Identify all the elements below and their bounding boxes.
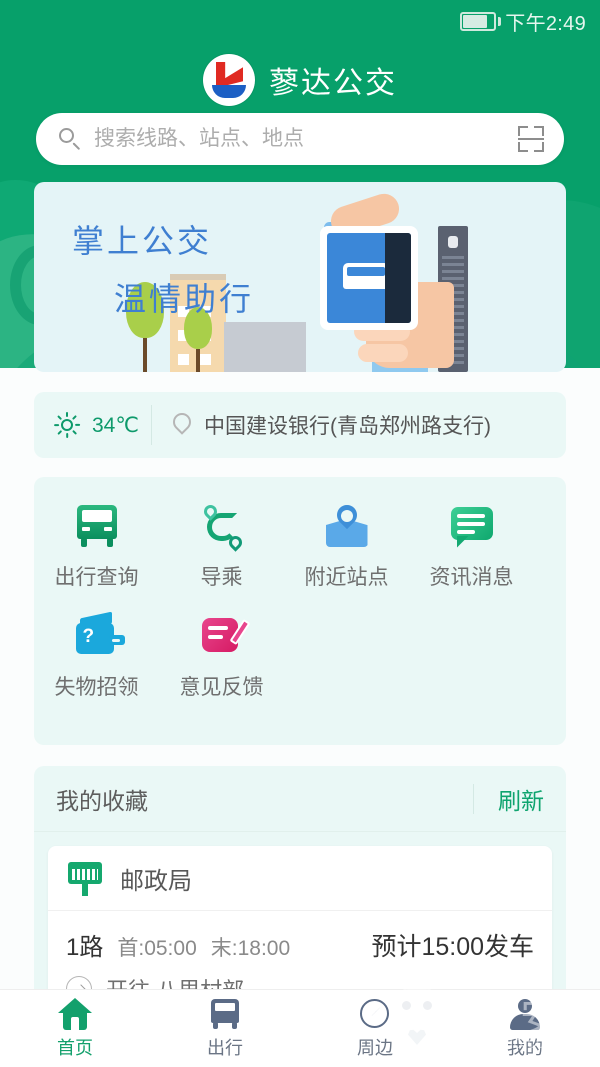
banner-title-line2: 温情助行 xyxy=(114,281,255,317)
promo-banner[interactable]: 掌上公交 温情助行 xyxy=(34,182,566,372)
search-icon xyxy=(58,127,82,151)
chat-message-icon xyxy=(448,505,496,549)
nav-label: 首页 xyxy=(57,1037,93,1058)
menu-label: 导乘 xyxy=(200,566,243,589)
user-icon xyxy=(508,998,542,1030)
scan-qr-icon[interactable] xyxy=(518,126,544,152)
favorite-station-name: 邮政局 xyxy=(120,867,192,895)
feedback-edit-icon xyxy=(198,615,250,659)
weather-temperature: 34℃ xyxy=(92,413,139,437)
wallet-question-icon: ? xyxy=(73,611,125,659)
banner-building-grey xyxy=(224,322,306,372)
menu-label: 出行查询 xyxy=(54,566,139,589)
favorite-station-header: 邮政局 xyxy=(48,846,552,911)
favorite-route-row: 1路 首:05:00 末:18:00 预计15:00发车 xyxy=(48,911,552,969)
app-root: 下午2:49 蓼达公交 搜索线路、站点、地点 掌上公交 温情助行 34℃ 中国建… xyxy=(0,0,600,1067)
menu-label: 失物招领 xyxy=(54,676,139,699)
location-section[interactable]: 中国建设银行(青岛郑州路支行) xyxy=(152,409,566,440)
first-bus-time: 首:05:00 xyxy=(117,937,197,960)
search-input[interactable] xyxy=(82,127,518,151)
favorites-refresh-wrap: 刷新 xyxy=(473,782,566,816)
nav-item-travel[interactable]: 出行 xyxy=(150,990,300,1067)
favorite-station-card[interactable]: 邮政局 1路 首:05:00 末:18:00 预计15:00发车 开往 八里村部 xyxy=(48,846,552,1006)
status-bar: 下午2:49 xyxy=(0,0,600,42)
search-bar[interactable] xyxy=(36,113,564,165)
estimated-departure: 预计15:00发车 xyxy=(371,933,534,961)
menu-item-feedback[interactable]: 意见反馈 xyxy=(159,603,284,713)
menu-label: 附近站点 xyxy=(304,566,389,589)
nav-item-home[interactable]: 首页 xyxy=(0,990,150,1067)
nav-label: 周边 xyxy=(357,1037,393,1058)
app-title: 蓼达公交 xyxy=(269,67,397,100)
menu-label: 资讯消息 xyxy=(429,566,514,589)
favorites-title: 我的收藏 xyxy=(56,787,148,814)
menu-row-2: ? 失物招领 意见反馈 xyxy=(34,603,566,713)
bus-icon xyxy=(73,505,121,549)
bus-stop-sign-icon xyxy=(66,860,104,896)
menu-item-route-guide[interactable]: 导乘 xyxy=(159,493,284,603)
sun-icon xyxy=(54,412,81,438)
last-bus-time: 末:18:00 xyxy=(210,937,291,960)
app-title-bar: 蓼达公交 xyxy=(0,50,600,110)
menu-label: 意见反馈 xyxy=(179,676,264,699)
banner-title-line1: 掌上公交 xyxy=(72,223,213,259)
weather-section: 34℃ xyxy=(34,405,152,445)
refresh-button[interactable]: 刷新 xyxy=(474,782,566,816)
nav-item-nearby[interactable]: 周边 xyxy=(300,990,450,1067)
route-guide-icon xyxy=(198,502,246,552)
status-bar-time: 下午2:49 xyxy=(505,12,586,35)
location-pin-icon xyxy=(169,409,195,438)
quick-menu-grid: 出行查询 导乘 附近站点 资讯消息 ? 失物招领 意见反馈 xyxy=(34,477,566,745)
banner-phone-icon xyxy=(320,226,418,330)
home-icon xyxy=(58,997,92,1030)
nav-item-mine[interactable]: 我的 xyxy=(450,990,600,1067)
compass-icon xyxy=(358,998,392,1030)
route-number: 1路 xyxy=(66,934,104,961)
bottom-navigation: 首页 出行 周边 我的 xyxy=(0,989,600,1067)
menu-row-1: 出行查询 导乘 附近站点 资讯消息 xyxy=(34,493,566,603)
battery-icon xyxy=(460,11,502,31)
menu-item-nearby-stations[interactable]: 附近站点 xyxy=(284,493,409,603)
weather-location-bar[interactable]: 34℃ 中国建设银行(青岛郑州路支行) xyxy=(34,392,566,458)
app-logo-icon xyxy=(203,54,255,106)
map-pin-icon xyxy=(323,500,371,549)
bus-icon xyxy=(208,998,242,1030)
nav-label: 我的 xyxy=(507,1037,543,1058)
menu-item-news-messages[interactable]: 资讯消息 xyxy=(409,493,534,603)
menu-item-lost-and-found[interactable]: ? 失物招领 xyxy=(34,603,159,713)
current-location: 中国建设银行(青岛郑州路支行) xyxy=(204,415,491,438)
nav-label: 出行 xyxy=(207,1037,243,1058)
menu-item-trip-query[interactable]: 出行查询 xyxy=(34,493,159,603)
favorites-header: 我的收藏 刷新 xyxy=(34,766,566,832)
favorites-section: 我的收藏 刷新 邮政局 1路 首:05:00 末:18:00 预计15:00发车 xyxy=(34,766,566,1006)
